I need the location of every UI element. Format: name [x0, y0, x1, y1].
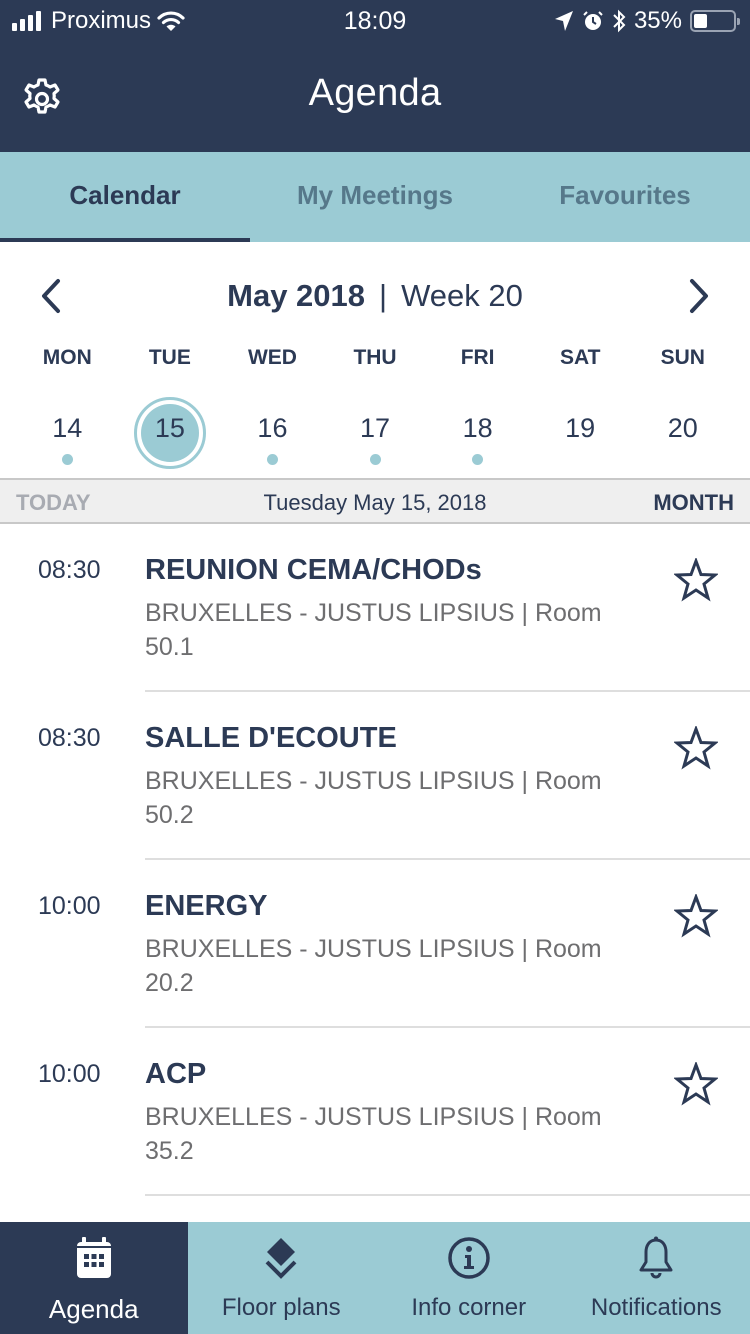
- event-dot: [472, 454, 484, 465]
- star-icon[interactable]: [674, 894, 718, 938]
- event-dot: [266, 454, 278, 465]
- chevron-right-icon[interactable]: [678, 276, 718, 316]
- weekday-label: MON: [42, 346, 92, 369]
- weekday-label: WED: [247, 346, 297, 369]
- tab-calendar[interactable]: Calendar: [0, 152, 250, 242]
- nav-label: Notifications: [590, 1294, 722, 1321]
- star-icon[interactable]: [674, 1062, 718, 1106]
- month-label: May 2018: [227, 278, 366, 313]
- nav-label: Agenda: [48, 1294, 139, 1324]
- date-number: 19: [565, 413, 596, 443]
- layers-icon: [265, 1238, 297, 1279]
- meeting-item[interactable]: 08:30 REUNION CEMA/CHODs BRUXELLES - JUS…: [0, 524, 750, 692]
- meeting-item[interactable]: 10:00 ACP BRUXELLES - JUSTUS LIPSIUS | R…: [0, 1028, 750, 1196]
- date-number: 14: [52, 413, 83, 443]
- meeting-location: BRUXELLES - JUSTUS LIPSIUS | Room 50.2: [145, 767, 602, 829]
- bottom-navigation: Agenda Floor plans Info corner Notificat…: [0, 1222, 750, 1334]
- meetings-list: 08:30 REUNION CEMA/CHODs BRUXELLES - JUS…: [0, 524, 750, 1196]
- date-cell-selected[interactable]: 15: [119, 395, 222, 471]
- nav-agenda[interactable]: Agenda: [0, 1222, 188, 1334]
- weekday-label: TUE: [148, 346, 191, 369]
- star-icon[interactable]: [674, 726, 718, 770]
- month-view-button[interactable]: MONTH: [653, 490, 734, 516]
- alarm-icon: [583, 11, 603, 30]
- weekday-header: MON TUE WED THU FRI SAT SUN: [16, 346, 734, 370]
- meeting-time: 08:30: [38, 724, 101, 752]
- event-dot: [61, 454, 73, 465]
- date-number: 20: [667, 413, 698, 443]
- date-number: 17: [360, 413, 391, 443]
- divider: [145, 1194, 750, 1196]
- date-number: 15: [154, 413, 185, 443]
- nav-floor-plans[interactable]: Floor plans: [188, 1222, 376, 1334]
- weekday-label: SUN: [660, 346, 705, 369]
- battery-percent: 35%: [633, 7, 682, 34]
- battery-icon: [690, 10, 740, 32]
- date-cell[interactable]: 18: [426, 395, 529, 471]
- location-arrow-icon: [554, 11, 573, 31]
- today-bar: TODAY Tuesday May 15, 2018 MONTH: [0, 478, 750, 524]
- meeting-time: 10:00: [38, 892, 101, 920]
- meeting-title: ACP: [145, 1058, 207, 1090]
- date-cell[interactable]: 16: [221, 395, 324, 471]
- week-dates: 14 15 16 17 18 19 20: [16, 395, 734, 471]
- top-bar: Proximus 18:09 35% Agenda: [0, 0, 750, 152]
- meeting-item[interactable]: 10:00 ENERGY BRUXELLES - JUSTUS LIPSIUS …: [0, 860, 750, 1028]
- week-label: Week 20: [401, 278, 523, 313]
- tab-favourites[interactable]: Favourites: [500, 152, 750, 242]
- nav-label: Floor plans: [221, 1294, 341, 1321]
- weekday-label: SAT: [559, 346, 601, 369]
- nav-label: Info corner: [411, 1294, 527, 1321]
- separator: |: [379, 278, 388, 313]
- date-cell[interactable]: 17: [324, 395, 427, 471]
- tab-bar: Calendar My Meetings Favourites: [0, 152, 750, 242]
- meeting-time: 10:00: [38, 1060, 101, 1088]
- status-bar: Proximus 18:09 35%: [0, 0, 750, 40]
- star-icon[interactable]: [674, 558, 718, 602]
- nav-notifications[interactable]: Notifications: [563, 1222, 750, 1334]
- date-number: 18: [462, 413, 493, 443]
- selected-date-label: Tuesday May 15, 2018: [263, 490, 487, 515]
- info-icon: [448, 1237, 490, 1279]
- date-number: 16: [257, 413, 288, 443]
- meeting-title: SALLE D'ECOUTE: [145, 722, 397, 754]
- month-navigation: May 2018 | Week 20: [0, 262, 750, 332]
- bluetooth-icon: [613, 9, 626, 33]
- page-title: Agenda: [308, 72, 442, 114]
- date-cell[interactable]: 19: [529, 395, 632, 471]
- date-cell[interactable]: 14: [16, 395, 119, 471]
- meeting-item[interactable]: 08:30 SALLE D'ECOUTE BRUXELLES - JUSTUS …: [0, 692, 750, 860]
- event-dot: [369, 454, 381, 465]
- meeting-location: BRUXELLES - JUSTUS LIPSIUS | Room 20.2: [145, 935, 602, 997]
- month-week-label: May 2018 | Week 20: [0, 278, 750, 314]
- nav-info-corner[interactable]: Info corner: [375, 1222, 563, 1334]
- meeting-title: REUNION CEMA/CHODs: [145, 554, 482, 586]
- weekday-label: THU: [353, 346, 397, 369]
- bell-icon: [639, 1236, 673, 1279]
- calendar-icon: [76, 1237, 111, 1278]
- meeting-title: ENERGY: [145, 890, 268, 922]
- meeting-time: 08:30: [38, 556, 101, 584]
- tab-my-meetings[interactable]: My Meetings: [250, 152, 500, 242]
- date-cell[interactable]: 20: [631, 395, 734, 471]
- weekday-label: FRI: [460, 346, 495, 369]
- meeting-location: BRUXELLES - JUSTUS LIPSIUS | Room 35.2: [145, 1103, 602, 1165]
- meeting-location: BRUXELLES - JUSTUS LIPSIUS | Room 50.1: [145, 599, 602, 661]
